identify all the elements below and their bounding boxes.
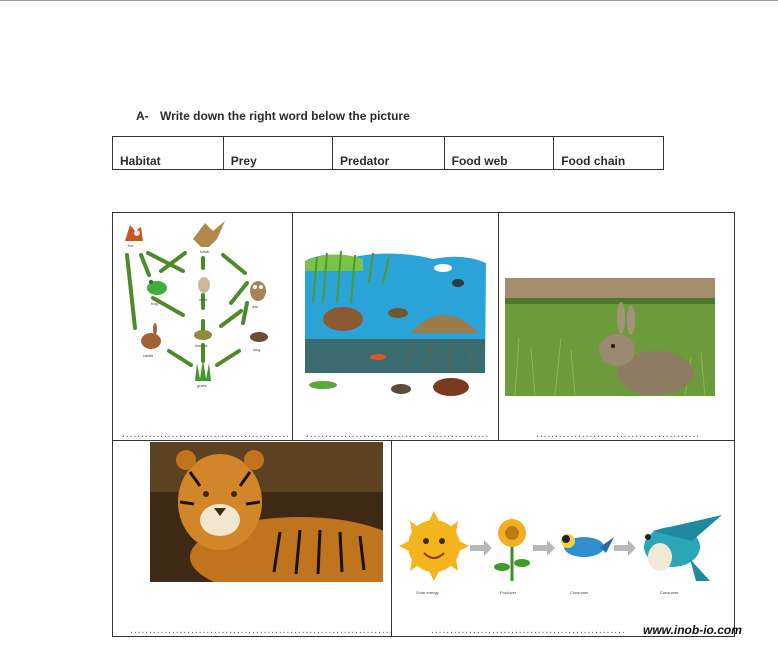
page-top-rule bbox=[0, 0, 778, 1]
answer-line-5: ........................................… bbox=[430, 626, 626, 635]
food-web-label-insects: insects bbox=[195, 343, 207, 348]
food-web-label-fox: fox bbox=[128, 243, 133, 248]
answer-line-3: ........................................… bbox=[535, 430, 699, 439]
answer-line-4: ........................................… bbox=[129, 626, 391, 635]
picture-cell-tiger: ........................................… bbox=[112, 440, 393, 637]
watermark: www.inob-io.com bbox=[643, 623, 742, 637]
word-bank-food-chain: Food chain bbox=[553, 136, 664, 170]
pond-habitat-picture bbox=[305, 250, 486, 396]
food-chain-picture: Solar energy Producer Consumer Consumer bbox=[399, 511, 722, 595]
food-web-label-frog: frog bbox=[151, 301, 158, 306]
food-chain-label-consumer-1: Consumer bbox=[570, 590, 589, 595]
instruction-text: Write down the right word below the pict… bbox=[160, 109, 410, 123]
picture-cell-food-web: fox hawk frog mice owl rabbit insects sl… bbox=[112, 212, 293, 441]
food-chain-label-solar-energy: Solar energy bbox=[416, 590, 439, 595]
food-chain-label-consumer-2: Consumer bbox=[660, 590, 679, 595]
instruction-letter: A- bbox=[136, 109, 149, 123]
picture-cell-rabbit: ........................................… bbox=[498, 212, 735, 441]
food-web-label-slug: slug bbox=[253, 347, 260, 352]
food-web-label-grass: grass bbox=[197, 383, 207, 388]
food-web-picture: fox hawk frog mice owl rabbit insects sl… bbox=[125, 221, 268, 388]
word-bank-prey: Prey bbox=[222, 136, 333, 170]
tiger-photo bbox=[150, 442, 383, 582]
rabbit-photo bbox=[505, 278, 715, 396]
picture-cell-food-chain: Solar energy Producer Consumer Consumer … bbox=[391, 440, 735, 637]
answer-line-1: ........................................… bbox=[121, 430, 289, 439]
instruction-heading: A- Write down the right word below the pi… bbox=[136, 109, 410, 123]
food-web-label-owl: owl bbox=[252, 304, 258, 309]
word-bank-habitat: Habitat bbox=[112, 136, 224, 170]
word-bank-table: Habitat Prey Predator Food web Food chai… bbox=[112, 136, 664, 170]
food-web-label-mice: mice bbox=[199, 297, 208, 302]
word-bank-food-web: Food web bbox=[443, 136, 555, 170]
food-chain-label-producer: Producer bbox=[500, 590, 517, 595]
picture-cell-habitat: ........................................… bbox=[292, 212, 499, 441]
food-web-label-rabbit: rabbit bbox=[143, 353, 154, 358]
word-bank-predator: Predator bbox=[331, 136, 445, 170]
food-web-label-hawk: hawk bbox=[200, 249, 209, 254]
answer-line-2: ........................................… bbox=[305, 430, 489, 439]
